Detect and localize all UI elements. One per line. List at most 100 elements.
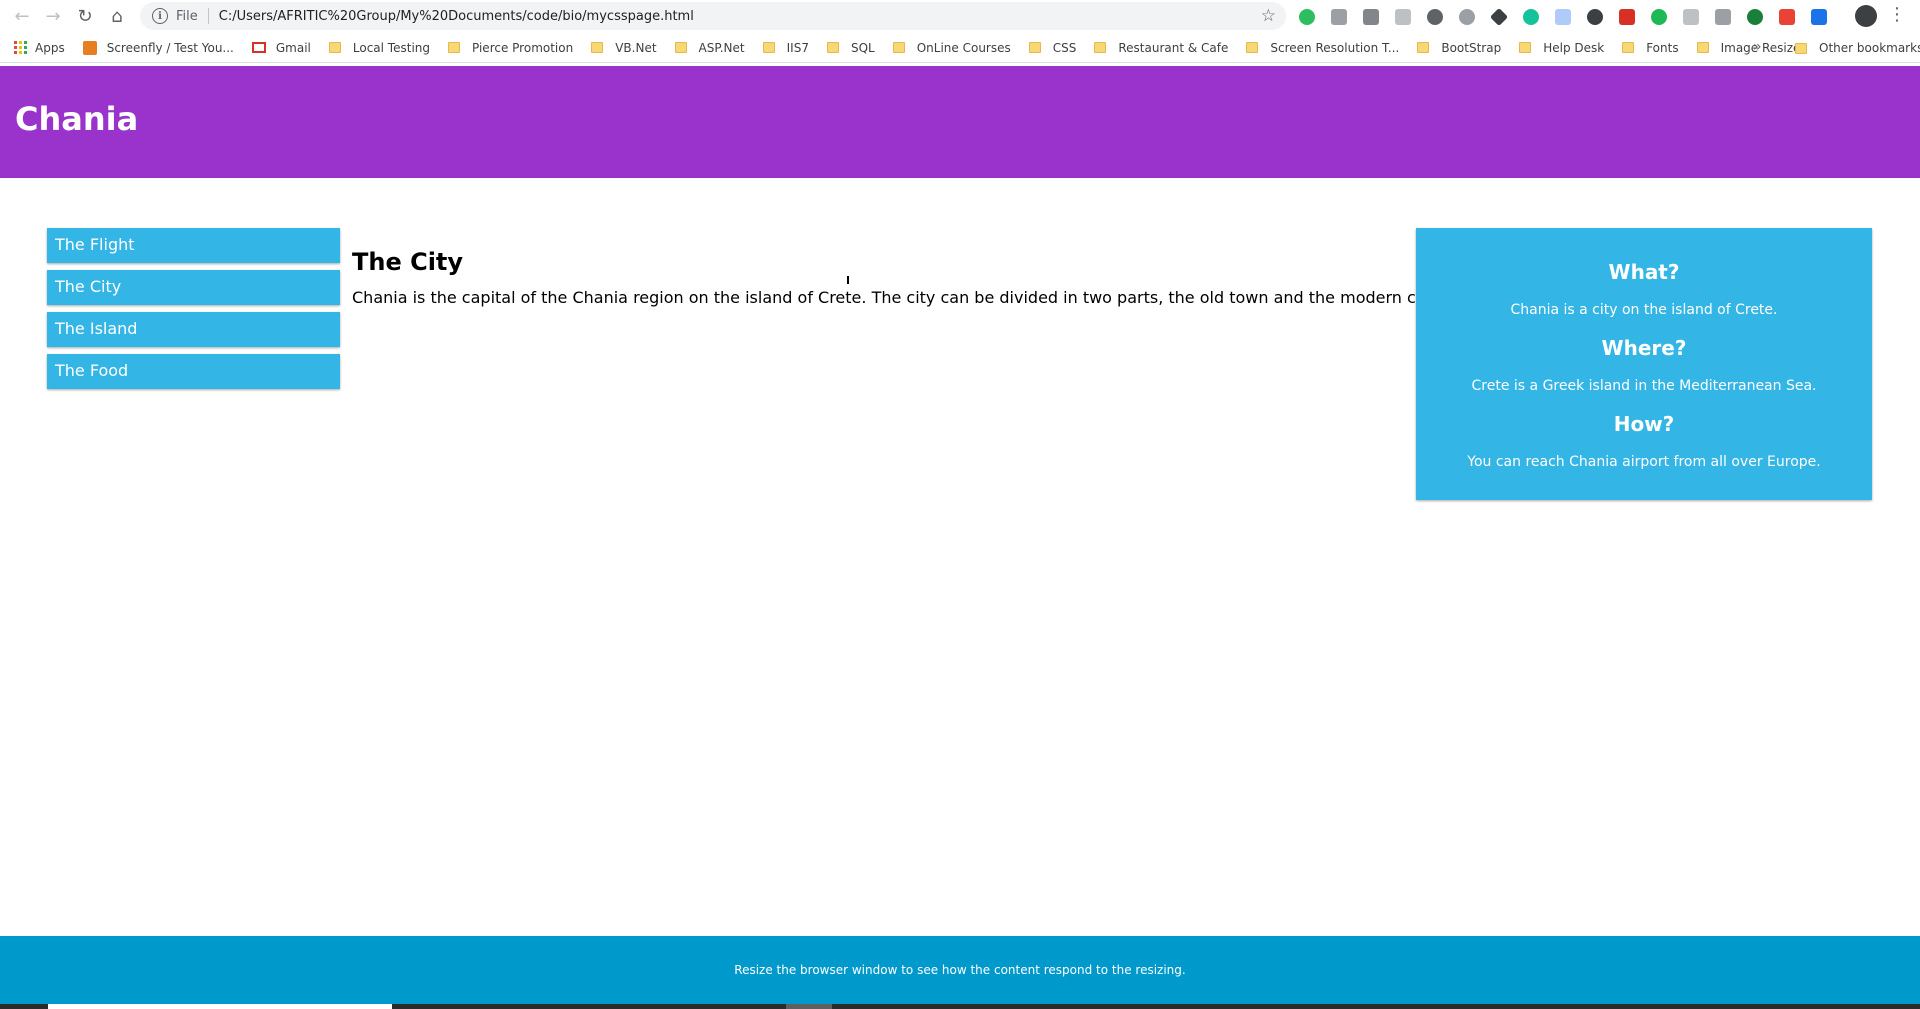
extension-w-icon[interactable] [1392, 6, 1414, 28]
bookmark-label: OnLine Courses [916, 40, 1011, 55]
bookmark-sql[interactable]: SQL [818, 36, 884, 60]
extension-skype-icon[interactable] [1456, 6, 1478, 28]
extension-evernote-icon[interactable] [1296, 6, 1318, 28]
bookmark-label: Other bookmarks [1819, 41, 1920, 55]
main-heading: The City [352, 248, 464, 276]
bookmark-label: Gmail [275, 40, 311, 55]
bookmarks-bar: Apps Screenfly / Test You... Gmail Local… [0, 33, 1920, 63]
home-icon[interactable]: ⌂ [101, 1, 133, 31]
folder-icon [328, 42, 341, 53]
bookmark-label: VB.Net [615, 40, 657, 55]
folder-icon [1094, 42, 1107, 53]
forward-arrow-icon[interactable]: → [37, 1, 69, 31]
bookmark-label: Pierce Promotion [472, 40, 574, 55]
bookmark-label: Screenfly / Test You... [106, 40, 234, 55]
reload-icon[interactable]: ↻ [69, 1, 101, 31]
extension-c-icon[interactable] [1648, 6, 1670, 28]
folder-icon [1246, 42, 1259, 53]
taskbar-active-item[interactable] [48, 1004, 392, 1009]
menu-item-the-flight[interactable]: The Flight [47, 228, 340, 263]
extensions-bar [1296, 6, 1830, 28]
main-paragraph: Chania is the capital of the Chania regi… [352, 288, 1439, 307]
bookmark-label: IIS7 [786, 40, 809, 55]
bookmark-label: Screen Resolution T... [1270, 40, 1400, 55]
bookmark-label: BootStrap [1441, 40, 1502, 55]
web-page: Chania The Flight The City The Island Th… [0, 66, 1920, 1009]
folder-icon [762, 42, 775, 53]
taskbar-item[interactable] [786, 1004, 832, 1009]
address-url[interactable]: C:/Users/AFRITIC%20Group/My%20Documents/… [219, 9, 694, 24]
aside-heading-what: What? [1608, 260, 1680, 284]
info-aside: What? Chania is a city on the island of … [1416, 228, 1872, 500]
back-arrow-icon[interactable]: ← [6, 1, 38, 31]
folder-icon [1622, 42, 1635, 53]
page-header: Chania [0, 66, 1920, 178]
folder-icon [1795, 42, 1807, 54]
extension-window-icon[interactable] [1808, 6, 1830, 28]
extension-cube-icon[interactable] [1488, 6, 1510, 28]
bookmark-apps[interactable]: Apps [0, 36, 74, 60]
extension-download-icon[interactable] [1552, 6, 1574, 28]
taskbar-strip [0, 1004, 1920, 1009]
extension-g-icon[interactable] [1360, 6, 1382, 28]
extension-grammarly-icon[interactable] [1520, 6, 1542, 28]
bookmark-label: Help Desk [1543, 40, 1605, 55]
bookmark-restaurant-cafe[interactable]: Restaurant & Cafe [1085, 36, 1237, 60]
bookmark-label: Local Testing [352, 40, 430, 55]
bookmark-label: Apps [35, 40, 65, 55]
info-icon[interactable]: i [152, 8, 168, 24]
folder-icon [1696, 42, 1709, 53]
apps-icon [14, 41, 27, 54]
bookmark-star-icon[interactable]: ☆ [1261, 6, 1276, 26]
address-scheme: File [176, 8, 198, 24]
bookmark-label: Restaurant & Cafe [1118, 40, 1229, 55]
bookmark-other-bookmarks[interactable]: Other bookmarks [1786, 36, 1920, 60]
extension-people-icon[interactable] [1584, 6, 1606, 28]
bookmark-vbnet[interactable]: VB.Net [582, 36, 665, 60]
bookmark-screenfly[interactable]: Screenfly / Test You... [74, 36, 243, 60]
bookmark-gmail[interactable]: Gmail [243, 36, 320, 60]
extension-red-icon[interactable] [1616, 6, 1638, 28]
bookmark-css[interactable]: CSS [1020, 36, 1086, 60]
address-bar[interactable]: i File C:/Users/AFRITIC%20Group/My%20Doc… [140, 2, 1286, 30]
bookmark-label: CSS [1052, 40, 1077, 55]
gmail-icon [251, 42, 266, 53]
bookmark-label: SQL [850, 40, 875, 55]
folder-icon [674, 42, 687, 53]
aside-text-where: Crete is a Greek island in the Mediterra… [1471, 378, 1817, 394]
page-title: Chania [15, 100, 139, 138]
folder-icon [448, 42, 460, 53]
browser-menu-icon[interactable]: ⋮ [1886, 4, 1908, 28]
bookmark-iis7[interactable]: IIS7 [754, 36, 818, 60]
bookmark-pierce-promotion[interactable]: Pierce Promotion [439, 36, 582, 60]
bookmark-aspnet[interactable]: ASP.Net [666, 36, 754, 60]
bookmark-bootstrap[interactable]: BootStrap [1408, 36, 1510, 60]
bookmark-label: ASP.Net [698, 40, 745, 55]
text-cursor [847, 276, 849, 284]
bookmark-fonts[interactable]: Fonts [1613, 36, 1687, 60]
folder-icon [1519, 42, 1532, 53]
menu-item-the-island[interactable]: The Island [47, 312, 340, 347]
extension-circle-icon[interactable] [1424, 6, 1446, 28]
extension-grid-icon[interactable] [1680, 6, 1702, 28]
extension-globe-icon[interactable] [1744, 6, 1766, 28]
profile-avatar[interactable] [1855, 5, 1877, 27]
bookmark-help-desk[interactable]: Help Desk [1510, 36, 1613, 60]
folder-icon [892, 42, 905, 53]
bookmark-online-courses[interactable]: OnLine Courses [884, 36, 1020, 60]
bookmark-local-testing[interactable]: Local Testing [320, 36, 439, 60]
side-menu: The Flight The City The Island The Food [47, 228, 340, 396]
aside-heading-how: How? [1613, 412, 1675, 436]
menu-item-the-food[interactable]: The Food [47, 354, 340, 389]
folder-icon [1028, 42, 1041, 53]
extension-arrow-icon[interactable] [1776, 6, 1798, 28]
extension-camera-icon[interactable] [1712, 6, 1734, 28]
page-footer: Resize the browser window to see how the… [0, 936, 1920, 1009]
menu-item-the-city[interactable]: The City [47, 270, 340, 305]
address-separator [207, 8, 209, 24]
bookmarks-overflow-icon[interactable]: » [1753, 39, 1762, 55]
aside-heading-where: Where? [1601, 336, 1687, 360]
extension-pdf-icon[interactable] [1328, 6, 1350, 28]
folder-icon [591, 42, 604, 53]
bookmark-screen-resolution[interactable]: Screen Resolution T... [1237, 36, 1408, 60]
